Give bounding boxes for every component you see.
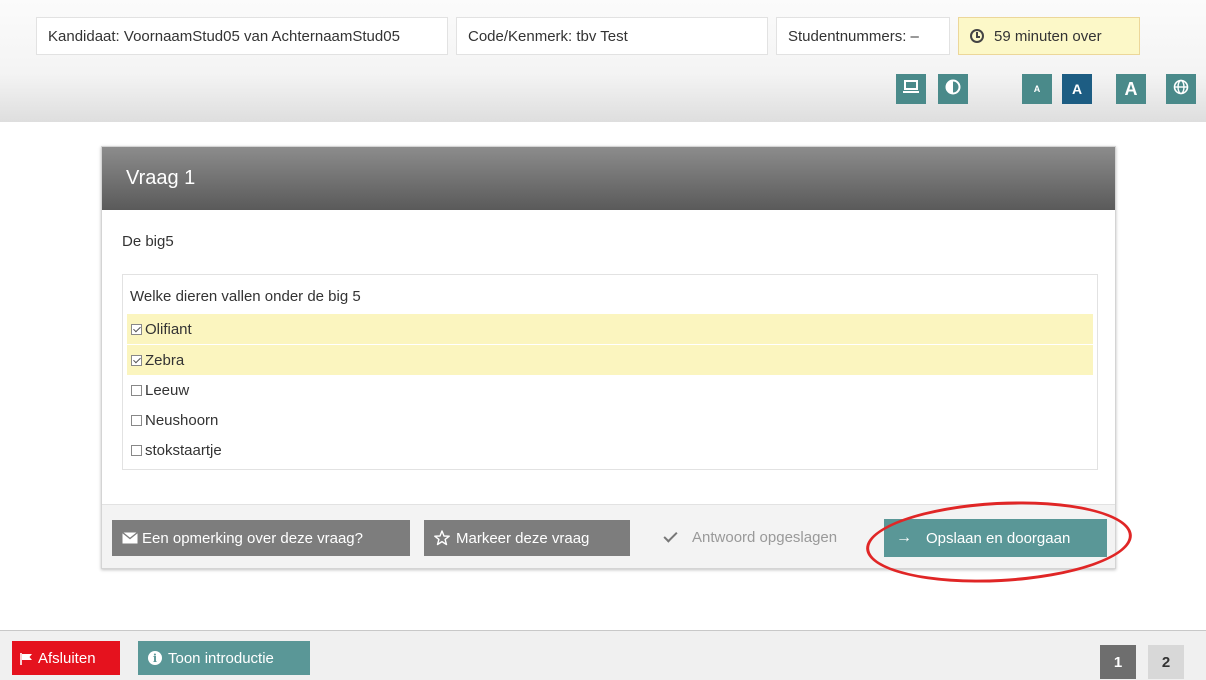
option-leeuw[interactable]: Leeuw [127, 375, 1093, 405]
font-size-medium-button[interactable]: A [1062, 74, 1092, 104]
checkmark-icon [663, 528, 678, 543]
remark-label: Een opmerking over deze vraag? [142, 529, 363, 547]
globe-icon [1173, 79, 1189, 99]
answer-box: Welke dieren vallen onder de big 5 Olifi… [122, 274, 1098, 470]
page-button-1[interactable]: 1 [1100, 645, 1136, 679]
question-footer: Een opmerking over deze vraag? Markeer d… [102, 504, 1115, 568]
candidate-name: Kandidaat: VoornaamStud05 van Achternaam… [48, 27, 400, 45]
exit-button[interactable]: Afsluiten [12, 641, 120, 675]
question-card: Vraag 1 De big5 Welke dieren vallen onde… [101, 146, 1116, 569]
question-header: Vraag 1 [102, 147, 1115, 210]
option-label: Leeuw [145, 381, 190, 399]
option-label: Zebra [145, 351, 185, 369]
remark-button[interactable]: Een opmerking over deze vraag? [112, 520, 410, 556]
student-number-label: Studentnummers: – [788, 27, 919, 45]
mark-question-button[interactable]: Markeer deze vraag [424, 520, 630, 556]
option-neushoorn[interactable]: Neushoorn [127, 405, 1093, 435]
clock-icon [970, 29, 984, 43]
font-size-large-button[interactable]: A [1116, 74, 1146, 104]
language-button[interactable] [1166, 74, 1196, 104]
font-large-label: A [1124, 78, 1138, 99]
question-text: Welke dieren vallen onder de big 5 [130, 288, 361, 305]
exit-label: Afsluiten [38, 649, 96, 667]
show-intro-button[interactable]: i Toon introductie [138, 641, 310, 675]
option-label: Olifiant [145, 320, 192, 338]
question-intro: De big5 [122, 233, 174, 250]
page-number: 2 [1161, 653, 1171, 671]
option-zebra[interactable]: Zebra [127, 345, 1093, 375]
laptop-icon [902, 79, 920, 99]
mark-label: Markeer deze vraag [456, 529, 590, 547]
code-label: Code/Kenmerk: tbv Test [468, 27, 628, 45]
info-icon: i [148, 651, 162, 665]
envelope-icon [122, 532, 138, 544]
option-checkbox[interactable] [131, 444, 142, 456]
option-stokstaartje[interactable]: stokstaartje [127, 435, 1093, 465]
font-small-label: A [1033, 84, 1041, 94]
question-title: Vraag 1 [126, 167, 196, 189]
star-icon [434, 530, 450, 546]
continue-label: Opslaan en doorgaan [926, 529, 1071, 547]
font-medium-label: A [1071, 81, 1083, 97]
option-olifiant[interactable]: Olifiant [127, 314, 1093, 344]
code-info: Code/Kenmerk: tbv Test [456, 17, 768, 55]
option-label: Neushoorn [145, 411, 219, 429]
intro-label: Toon introductie [168, 649, 274, 667]
timer-text: 59 minuten over [994, 27, 1102, 45]
candidate-info: Kandidaat: VoornaamStud05 van Achternaam… [36, 17, 448, 55]
contrast-button[interactable] [938, 74, 968, 104]
option-checkbox[interactable] [131, 354, 142, 366]
option-checkbox[interactable] [131, 414, 142, 426]
option-checkbox[interactable] [131, 384, 142, 396]
top-header: Kandidaat: VoornaamStud05 van Achternaam… [0, 0, 1206, 122]
save-status-text: Antwoord opgeslagen [692, 529, 838, 546]
save-and-continue-button[interactable]: → Opslaan en doorgaan [884, 519, 1107, 557]
save-status: Antwoord opgeslagen [663, 528, 838, 546]
font-size-small-button[interactable]: A [1022, 74, 1052, 104]
page-button-2[interactable]: 2 [1148, 645, 1184, 679]
contrast-icon [945, 79, 961, 99]
page-number: 1 [1113, 653, 1123, 671]
bottom-bar: Afsluiten i Toon introductie 1 2 [0, 630, 1206, 680]
timer-badge: 59 minuten over [958, 17, 1140, 55]
flag-icon [20, 652, 34, 665]
option-checkbox[interactable] [131, 323, 142, 335]
student-number-info: Studentnummers: – [776, 17, 950, 55]
fullscreen-button[interactable] [896, 74, 926, 104]
option-label: stokstaartje [145, 441, 222, 459]
arrow-right-icon: → [896, 529, 912, 546]
